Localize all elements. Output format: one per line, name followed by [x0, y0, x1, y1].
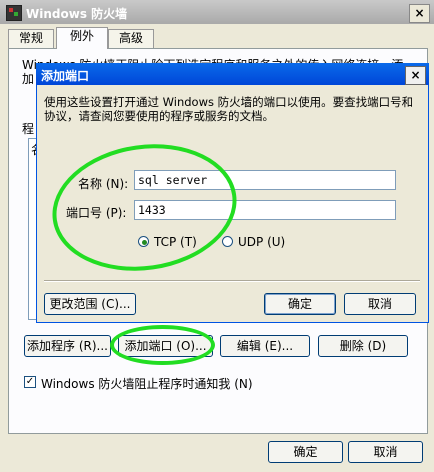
notify-checkbox-label: Windows 防火墙阻止程序时通知我 (N) — [41, 377, 253, 391]
tcp-radio-dot — [142, 240, 147, 245]
dialog-title-bar — [36, 63, 429, 85]
tcp-radio[interactable] — [138, 236, 149, 247]
programs-label: 程 — [22, 122, 35, 136]
outer-ok-button[interactable]: 确定 — [268, 441, 343, 463]
tab-general[interactable]: 常规 — [8, 29, 54, 48]
dialog-description: 使用这些设置打开通过 Windows 防火墙的端口以使用。要查找端口号和协议，请… — [44, 95, 414, 123]
udp-label: UDP (U) — [238, 235, 286, 249]
dialog-close-icon[interactable]: × — [405, 66, 426, 85]
port-input[interactable]: 1433 — [134, 200, 396, 220]
tcp-label: TCP (T) — [154, 235, 197, 249]
outer-window-title: Windows 防火墙 — [26, 7, 128, 21]
tab-exceptions[interactable]: 例外 — [56, 27, 108, 49]
dialog-ok-button[interactable]: 确定 — [264, 293, 336, 315]
outer-cancel-button[interactable]: 取消 — [348, 441, 423, 463]
dialog-divider — [44, 280, 420, 282]
edit-button[interactable]: 编辑 (E)... — [220, 335, 310, 357]
add-port-button[interactable]: 添加端口 (O)... — [118, 335, 213, 357]
firewall-app-icon — [6, 5, 22, 21]
name-label: 名称 (N): — [78, 177, 129, 191]
name-input[interactable]: sql server — [134, 170, 396, 190]
tab-advanced[interactable]: 高级 — [108, 29, 154, 48]
dialog-cancel-button[interactable]: 取消 — [344, 293, 416, 315]
outer-close-icon[interactable]: × — [409, 4, 430, 23]
add-program-button[interactable]: 添加程序 (R)... — [24, 335, 111, 357]
change-scope-button[interactable]: 更改范围 (C)... — [44, 293, 136, 315]
notify-checkbox[interactable]: ✓ — [24, 376, 36, 388]
port-label: 端口号 (P): — [66, 206, 127, 220]
udp-radio[interactable] — [222, 236, 233, 247]
panel-description-line2: 加 — [22, 72, 35, 86]
dialog-title: 添加端口 — [41, 69, 90, 83]
delete-button[interactable]: 删除 (D) — [318, 335, 408, 357]
